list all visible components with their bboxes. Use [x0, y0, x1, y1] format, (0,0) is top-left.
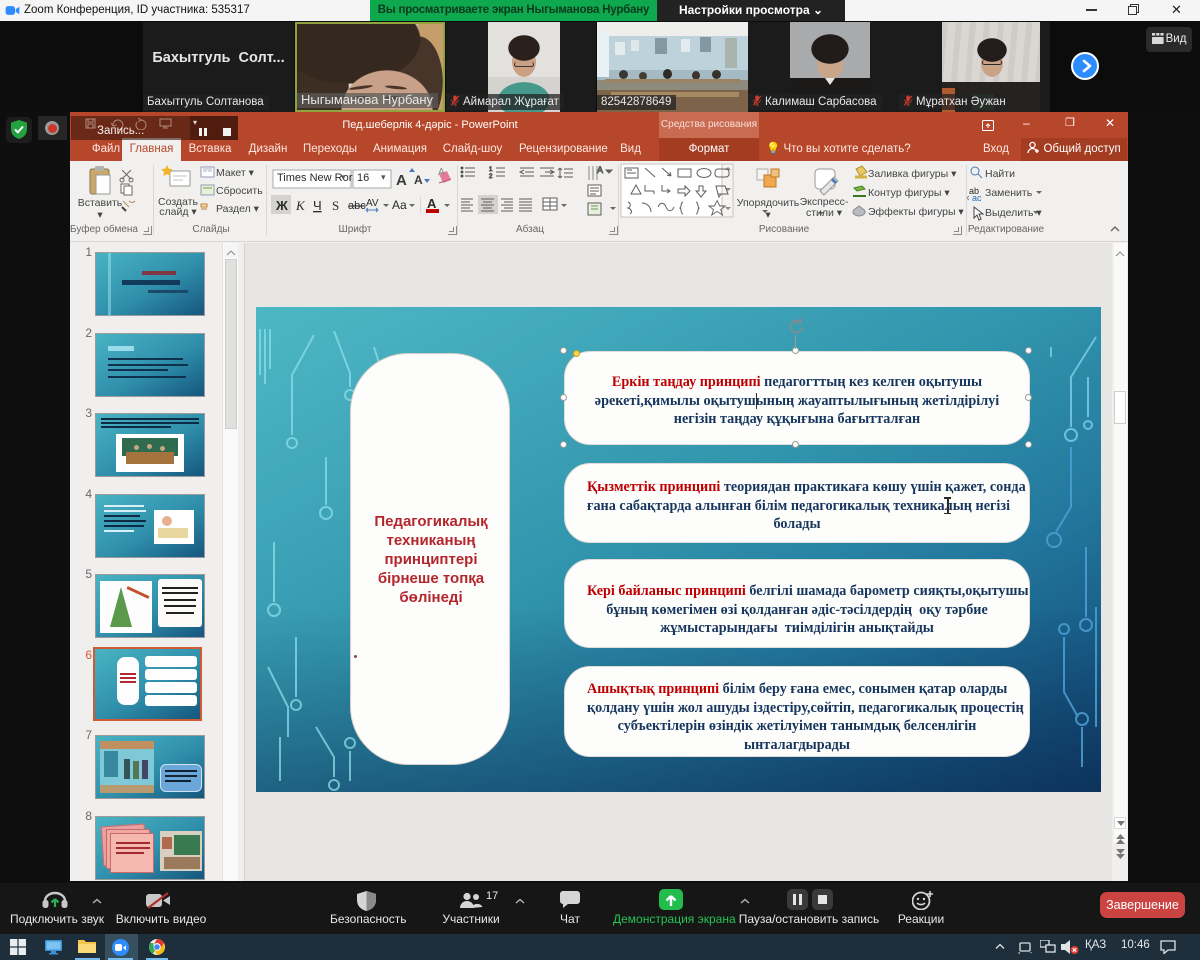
svg-text:2: 2: [489, 174, 493, 180]
svg-text:Ч: Ч: [313, 198, 322, 213]
svg-text:S: S: [332, 198, 339, 213]
svg-text:Ж: Ж: [275, 198, 288, 213]
svg-text:A: A: [438, 167, 445, 178]
svg-text:AV: AV: [366, 198, 379, 209]
svg-text:A: A: [597, 165, 603, 175]
svg-text:ac: ac: [972, 193, 982, 203]
svg-text:Aa: Aa: [392, 198, 407, 212]
svg-text:А: А: [414, 173, 423, 187]
svg-text:К: К: [295, 198, 306, 213]
svg-text:А: А: [427, 196, 437, 211]
svg-text:1: 1: [489, 167, 493, 173]
svg-text:А: А: [396, 172, 407, 189]
svg-text:abc: abc: [348, 200, 366, 212]
